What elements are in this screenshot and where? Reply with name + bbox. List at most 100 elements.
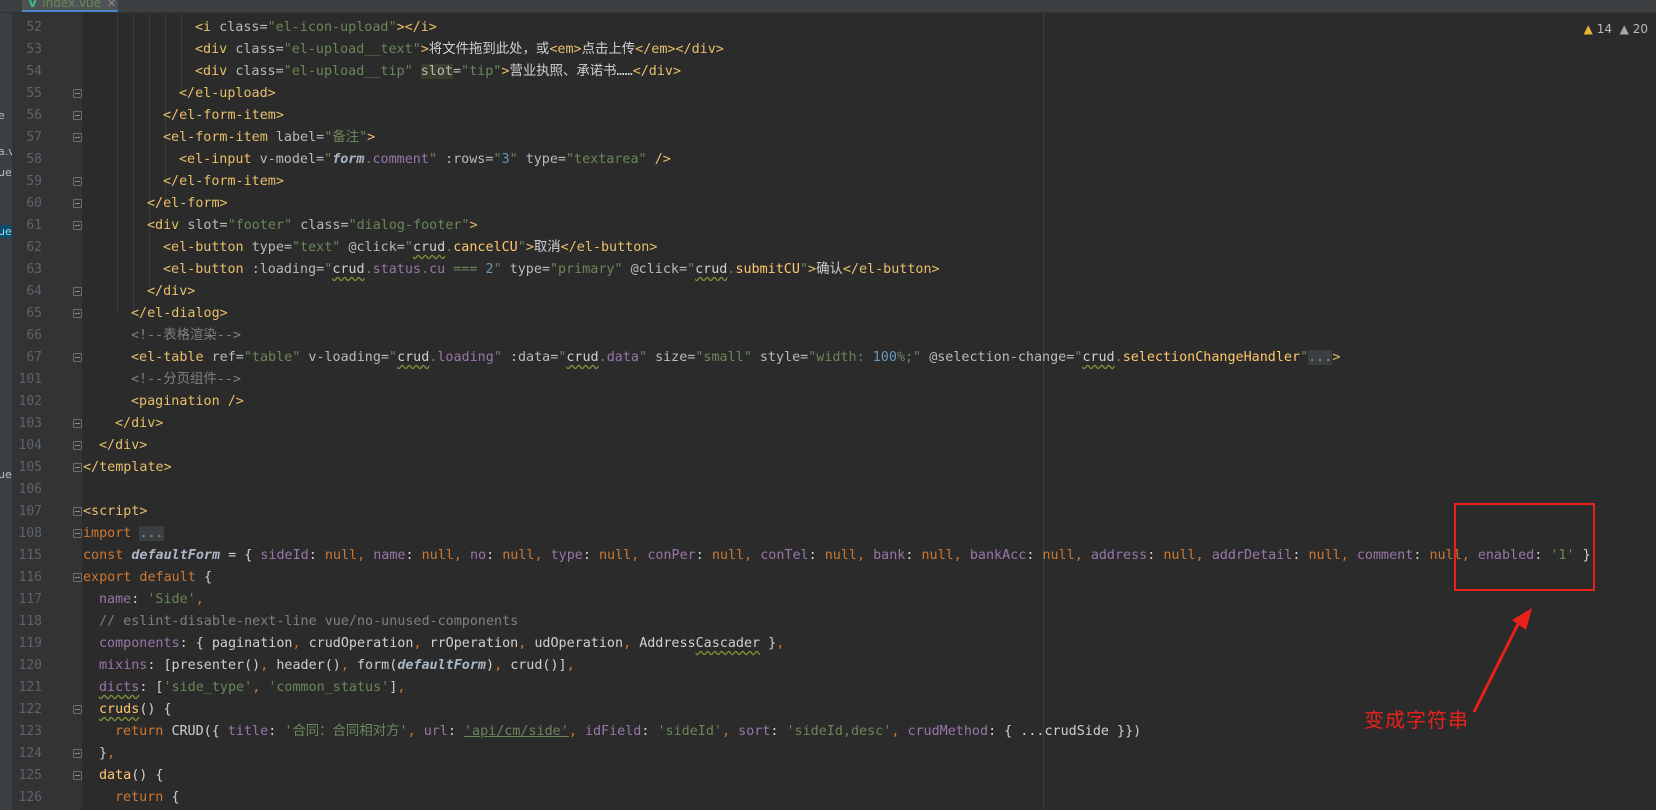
code-token: null xyxy=(421,548,454,563)
code-line[interactable]: 61 <div slot="footer" class="dialog-foote… xyxy=(0,215,1656,237)
code-token: crudOperation xyxy=(308,636,414,651)
code-line[interactable]: 52 <i class="el-icon-upload"></i> xyxy=(0,17,1656,39)
fold-marker-icon[interactable] xyxy=(73,177,82,186)
code-line[interactable]: 126 return { xyxy=(0,787,1656,809)
code-token: " xyxy=(428,152,446,167)
code-line[interactable]: 53 <div class="el-upload__text">将文件拖到此处，或… xyxy=(0,39,1656,61)
code-line[interactable]: 116 export default { xyxy=(0,567,1656,589)
code-line[interactable]: 65 </el-dialog> xyxy=(0,303,1656,325)
code-token: export default xyxy=(83,570,204,585)
fold-marker-icon[interactable] xyxy=(73,309,82,318)
code-line[interactable]: 107 <script> xyxy=(0,501,1656,523)
fold-marker-icon[interactable] xyxy=(73,771,82,780)
inspection-widget[interactable]: ▲ 14 ▲ 20 xyxy=(1584,22,1648,36)
fold-marker-icon[interactable] xyxy=(73,463,82,472)
fold-marker-icon[interactable] xyxy=(73,705,82,714)
code-line[interactable]: 124}, xyxy=(0,743,1656,765)
code-token: 营业执照、承诺书…… xyxy=(509,64,633,79)
code-line[interactable]: 59 </el-form-item> xyxy=(0,171,1656,193)
code-token: > xyxy=(420,42,429,57)
code-text: name: 'Side', xyxy=(83,589,204,611)
tab-index-vue[interactable]: Vindex.vue ✕ xyxy=(22,0,118,12)
code-token: " xyxy=(687,262,696,277)
code-token: = { xyxy=(220,548,261,563)
code-line[interactable]: 103 </div> xyxy=(0,413,1656,435)
code-token: style= xyxy=(759,350,809,365)
editor-tab-bar: Vindex.vue ✕ xyxy=(0,0,1656,13)
code-line[interactable]: 119 components: { pagination, crudOperati… xyxy=(0,633,1656,655)
code-token: : xyxy=(641,724,658,739)
code-line[interactable]: 101 <!--分页组件--> xyxy=(0,369,1656,391)
code-line[interactable]: 121 dicts: ['side_type', 'common_status']… xyxy=(0,677,1656,699)
code-token: <div xyxy=(195,42,236,57)
fold-marker-icon[interactable] xyxy=(73,441,82,450)
code-token: conPer xyxy=(647,548,696,563)
code-text: </template> xyxy=(83,457,172,479)
code-token: , xyxy=(566,658,575,673)
code-line[interactable]: 117 name: 'Side', xyxy=(0,589,1656,611)
fold-marker-icon[interactable] xyxy=(73,749,82,758)
fold-marker-icon[interactable] xyxy=(73,419,82,428)
code-token: "small" xyxy=(695,350,760,365)
fold-marker-icon[interactable] xyxy=(73,199,82,208)
code-token: :loading= xyxy=(251,262,325,277)
line-number: 105 xyxy=(18,460,42,475)
code-line[interactable]: 62 <el-button type="text" @click="crud.ca… xyxy=(0,237,1656,259)
line-number: 124 xyxy=(18,746,42,761)
fold-marker-icon[interactable] xyxy=(73,89,82,98)
line-number: 64 xyxy=(26,284,42,299)
code-line[interactable]: 56 </el-form-item> xyxy=(0,105,1656,127)
code-token: " xyxy=(404,240,413,255)
code-line[interactable]: 115 const defaultForm = { sideId: null, n… xyxy=(0,545,1656,567)
code-line[interactable]: 120 mixins: [presenter(), header(), form(… xyxy=(0,655,1656,677)
code-line[interactable]: 108 import ... xyxy=(0,523,1656,545)
weak-warning-icon: ▲ xyxy=(1619,22,1629,36)
fold-marker-icon[interactable] xyxy=(73,573,82,582)
code-token: rrOperation xyxy=(429,636,519,651)
code-token: <!--表格渲染--> xyxy=(131,328,241,343)
code-token: crud xyxy=(397,350,430,365)
fold-marker-icon[interactable] xyxy=(73,507,82,516)
code-line[interactable]: 60 </el-form> xyxy=(0,193,1656,215)
code-line[interactable]: 58 <el-input v-model="form.comment" :rows… xyxy=(0,149,1656,171)
code-token: : [presenter() xyxy=(147,658,261,673)
code-line[interactable]: 106 xyxy=(0,479,1656,501)
fold-marker-icon[interactable] xyxy=(73,353,82,362)
code-line[interactable]: 67 <el-table ref="table" v-loading="crud.… xyxy=(0,347,1656,369)
fold-marker-icon[interactable] xyxy=(73,133,82,142)
code-line[interactable]: 105 </template> xyxy=(0,457,1656,479)
code-line[interactable]: 104 </div> xyxy=(0,435,1656,457)
code-line[interactable]: 66 <!--表格渲染--> xyxy=(0,325,1656,347)
code-token: : xyxy=(447,724,464,739)
fold-marker-icon[interactable] xyxy=(73,529,82,538)
code-line[interactable]: 55 </el-upload> xyxy=(0,83,1656,105)
line-number: 65 xyxy=(26,306,42,321)
code-token: type= xyxy=(509,262,550,277)
fold-marker-icon[interactable] xyxy=(73,221,82,230)
code-token: > xyxy=(1332,350,1341,365)
line-number: 58 xyxy=(26,152,42,167)
code-line[interactable]: 63 <el-button :loading="crud.status.cu ==… xyxy=(0,259,1656,281)
code-token: , xyxy=(623,636,640,651)
code-line[interactable]: 125 data() { xyxy=(0,765,1656,787)
fold-marker-icon[interactable] xyxy=(73,111,82,120)
code-token: . xyxy=(1114,350,1123,365)
code-line[interactable]: 118 // eslint-disable-next-line vue/no-un… xyxy=(0,611,1656,633)
code-token: v-model= xyxy=(259,152,325,167)
fold-marker-icon[interactable] xyxy=(73,287,82,296)
code-line[interactable]: 57 <el-form-item label="备注"> xyxy=(0,127,1656,149)
code-text: </el-form-item> xyxy=(83,105,284,127)
code-token: : xyxy=(582,548,599,563)
code-token: slot xyxy=(420,64,453,79)
line-number: 54 xyxy=(26,64,42,79)
close-tab-icon[interactable]: ✕ xyxy=(107,0,116,10)
line-number: 123 xyxy=(18,724,42,739)
code-text: </el-form-item> xyxy=(83,171,284,193)
code-token: <el-form-item xyxy=(163,130,276,145)
line-number: 119 xyxy=(18,636,42,651)
code-token: : xyxy=(1026,548,1043,563)
code-line[interactable]: 54 <div class="el-upload__tip" slot="tip"… xyxy=(0,61,1656,83)
code-line[interactable]: 102 <pagination /> xyxy=(0,391,1656,413)
line-number: 67 xyxy=(26,350,42,365)
code-line[interactable]: 64 </div> xyxy=(0,281,1656,303)
